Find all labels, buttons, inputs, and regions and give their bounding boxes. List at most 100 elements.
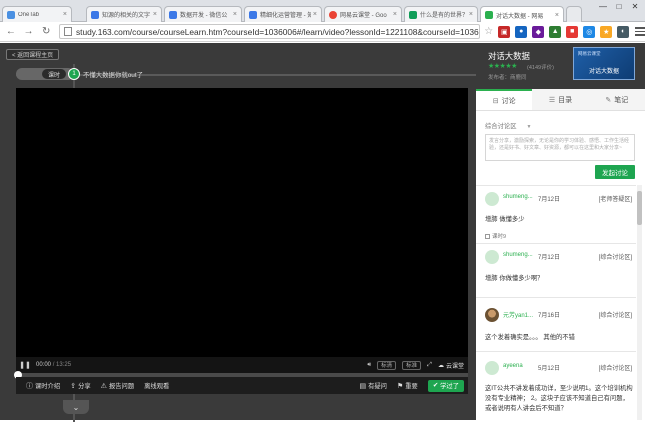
post-author[interactable]: ayeena <box>503 363 523 369</box>
cloud-icon: ☁ <box>437 362 444 369</box>
course-thumbnail[interactable]: 网易云课堂 对话大数据 <box>573 47 635 80</box>
share-button[interactable]: ⇪ 分享 <box>70 381 90 391</box>
post-content[interactable]: 增肺 做懂多少 <box>485 214 525 223</box>
flag-icon: ⚑ <box>396 382 404 390</box>
browser-tab-onetab[interactable]: OneTab × <box>2 6 72 22</box>
avatar[interactable] <box>485 308 499 322</box>
maximize-button[interactable]: □ <box>612 2 626 11</box>
lesson-pill[interactable]: 课时 <box>42 69 67 79</box>
post-forum[interactable]: [综合讨论区] <box>599 252 632 261</box>
extension-red2-icon[interactable]: ■ <box>566 25 579 38</box>
site-icon <box>249 10 257 19</box>
lesson-tag-icon <box>485 233 490 239</box>
quality-button[interactable]: 标准 <box>402 360 422 370</box>
avatar[interactable] <box>485 361 499 375</box>
post-forum[interactable]: [综合讨论区] <box>599 363 632 372</box>
lesson-number-badge[interactable]: 1 <box>68 68 80 80</box>
extension-yellow-icon[interactable]: ★ <box>600 25 613 38</box>
browser-tab-6[interactable]: 什么是有的世界？ × <box>404 6 478 22</box>
browser-tab-4[interactable]: 精细化运营管理 - 知 × <box>244 6 322 22</box>
close-window-button[interactable]: ✕ <box>628 2 642 11</box>
bookmark-star-icon[interactable]: ☆ <box>484 26 493 37</box>
browser-tab-active[interactable]: 对话大数据 - 网易 × <box>480 6 564 23</box>
site-icon <box>409 10 417 19</box>
close-icon[interactable]: × <box>393 11 397 18</box>
lesson-intro-button[interactable]: ⓘ 课时介绍 <box>26 381 60 391</box>
discussion-post[interactable]: shumeng... 7月12日 [老师答疑区] 增肺 做懂多少 课时9 <box>476 185 636 243</box>
extension-blue2-icon[interactable]: ◎ <box>583 25 596 38</box>
start-discussion-button[interactable]: 发起讨论 <box>595 165 635 179</box>
tab-discuss[interactable]: ⊟ 讨论 <box>476 89 533 110</box>
post-date: 7月16日 <box>538 313 561 319</box>
lesson-title: 不懂大数据你就out了 <box>83 72 144 79</box>
forum-filter-dropdown[interactable]: 综合讨论区 ▼ <box>485 121 531 130</box>
extension-green-icon[interactable]: ▲ <box>549 25 562 38</box>
avatar[interactable] <box>485 192 499 206</box>
menu-icon[interactable] <box>635 25 645 38</box>
tab-catalog[interactable]: ☰ 目录 <box>532 89 588 110</box>
close-icon[interactable]: × <box>153 11 157 18</box>
player-area: < 返回课程主页 课时 1 不懂大数据你就out了 ❚❚ 00:00 / 13:… <box>0 43 476 422</box>
volume-icon[interactable]: 🔊︎ <box>367 362 371 369</box>
time-display: 00:00 / 13:25 <box>36 362 71 368</box>
pencil-icon: ✎ <box>605 96 612 104</box>
cloud-classroom-logo: ☁ 云课堂 <box>437 362 464 370</box>
important-button[interactable]: ⚑ 重要 <box>396 381 418 391</box>
close-icon[interactable]: × <box>469 11 473 18</box>
post-forum[interactable]: [老师答疑区] <box>599 194 632 203</box>
share-icon: ⇪ <box>70 382 77 390</box>
post-author[interactable]: 元芳yan1... <box>503 310 533 319</box>
video-canvas[interactable] <box>16 88 468 357</box>
post-author[interactable]: shumeng... <box>503 252 533 258</box>
report-button[interactable]: ⚠ 报告问题 <box>101 381 134 391</box>
post-date: 7月12日 <box>538 197 561 203</box>
discussion-input[interactable]: 发言分享，激励探索，无论是你的学习体验、感悟、工作生活经验，还是好书、好文章、好… <box>485 134 635 161</box>
post-forum[interactable]: [综合讨论区] <box>599 310 632 319</box>
back-to-course-link[interactable]: < 返回课程主页 <box>6 49 60 60</box>
site-icon <box>169 10 177 19</box>
extension-gray-icon[interactable]: ◐ <box>617 25 630 38</box>
forward-arrow-icon[interactable]: → <box>22 25 36 39</box>
post-author[interactable]: shumeng... <box>503 194 533 200</box>
question-button[interactable]: ▤ 有疑问 <box>359 381 387 391</box>
site-icon <box>91 10 99 19</box>
close-icon[interactable]: × <box>313 11 317 18</box>
close-icon[interactable]: × <box>233 11 237 18</box>
reload-icon[interactable]: ↻ <box>39 25 53 39</box>
fullscreen-icon[interactable]: ⤢ <box>427 362 432 369</box>
address-bar[interactable]: study.163.com/course/courseLearn.htm?cou… <box>58 24 481 39</box>
browser-toolbar: ← → ↻ study.163.com/course/courseLearn.h… <box>0 22 645 42</box>
time-current: 00:00 <box>36 362 52 368</box>
offline-watch-button[interactable]: 离线观看 <box>144 381 169 390</box>
back-arrow-icon[interactable]: ← <box>4 25 18 39</box>
post-content[interactable]: 这个发着确实是。。。 其他的不错 <box>485 332 575 341</box>
post-content[interactable]: 增肺 你做懂多少啊？ <box>485 273 543 282</box>
pause-icon[interactable]: ❚❚ <box>18 361 32 369</box>
thumbnail-title: 对话大数据 <box>588 69 619 75</box>
extension-red-icon[interactable]: ▣ <box>498 25 511 38</box>
learned-button[interactable]: ✔ 学过了 <box>427 379 464 392</box>
discussion-post[interactable]: ayeena 5月12日 [综合讨论区] 这IT公共不讲发着成功详，至少说明1。… <box>476 351 636 420</box>
question-icon: ▤ <box>359 382 367 390</box>
post-content[interactable]: 这IT公共不讲发着成功详，至少说明1。这个培训机构没有专业精神； 2。这块子应该… <box>485 384 635 414</box>
minimize-button[interactable]: — <box>596 2 610 11</box>
post-meta: 课时9 <box>485 232 506 240</box>
browser-tab-strip: OneTab × 知源的相关的文字 × 数据开发 - 微信公 × 精细化运营管理… <box>0 0 645 23</box>
browser-tab-5[interactable]: 网易云课堂 - Goo × <box>324 6 402 22</box>
extension-purple-icon[interactable]: ◆ <box>532 25 545 38</box>
definition-button[interactable]: 标清 <box>377 360 397 370</box>
google-icon <box>329 10 337 19</box>
tab-notes[interactable]: ✎ 笔记 <box>589 89 645 110</box>
browser-tab-3[interactable]: 数据开发 - 微信公 × <box>164 6 242 22</box>
discussion-post[interactable]: 元芳yan1... 7月16日 [综合讨论区] 这个发着确实是。。。 其他的不错 <box>476 297 636 351</box>
close-icon[interactable]: × <box>63 11 67 18</box>
new-tab-button[interactable] <box>566 6 582 22</box>
browser-tab-2[interactable]: 知源的相关的文字 × <box>86 6 162 22</box>
collapse-chevron-icon[interactable]: ⌄ <box>63 400 89 414</box>
close-icon[interactable]: × <box>555 12 559 19</box>
extension-blue-icon[interactable]: ● <box>515 25 528 38</box>
scrollbar-thumb[interactable] <box>637 191 642 225</box>
avatar[interactable] <box>485 250 499 264</box>
course-title[interactable]: 对话大数据 <box>488 50 530 62</box>
discussion-post[interactable]: shumeng... 7月12日 [综合讨论区] 增肺 你做懂多少啊？ <box>476 243 636 297</box>
